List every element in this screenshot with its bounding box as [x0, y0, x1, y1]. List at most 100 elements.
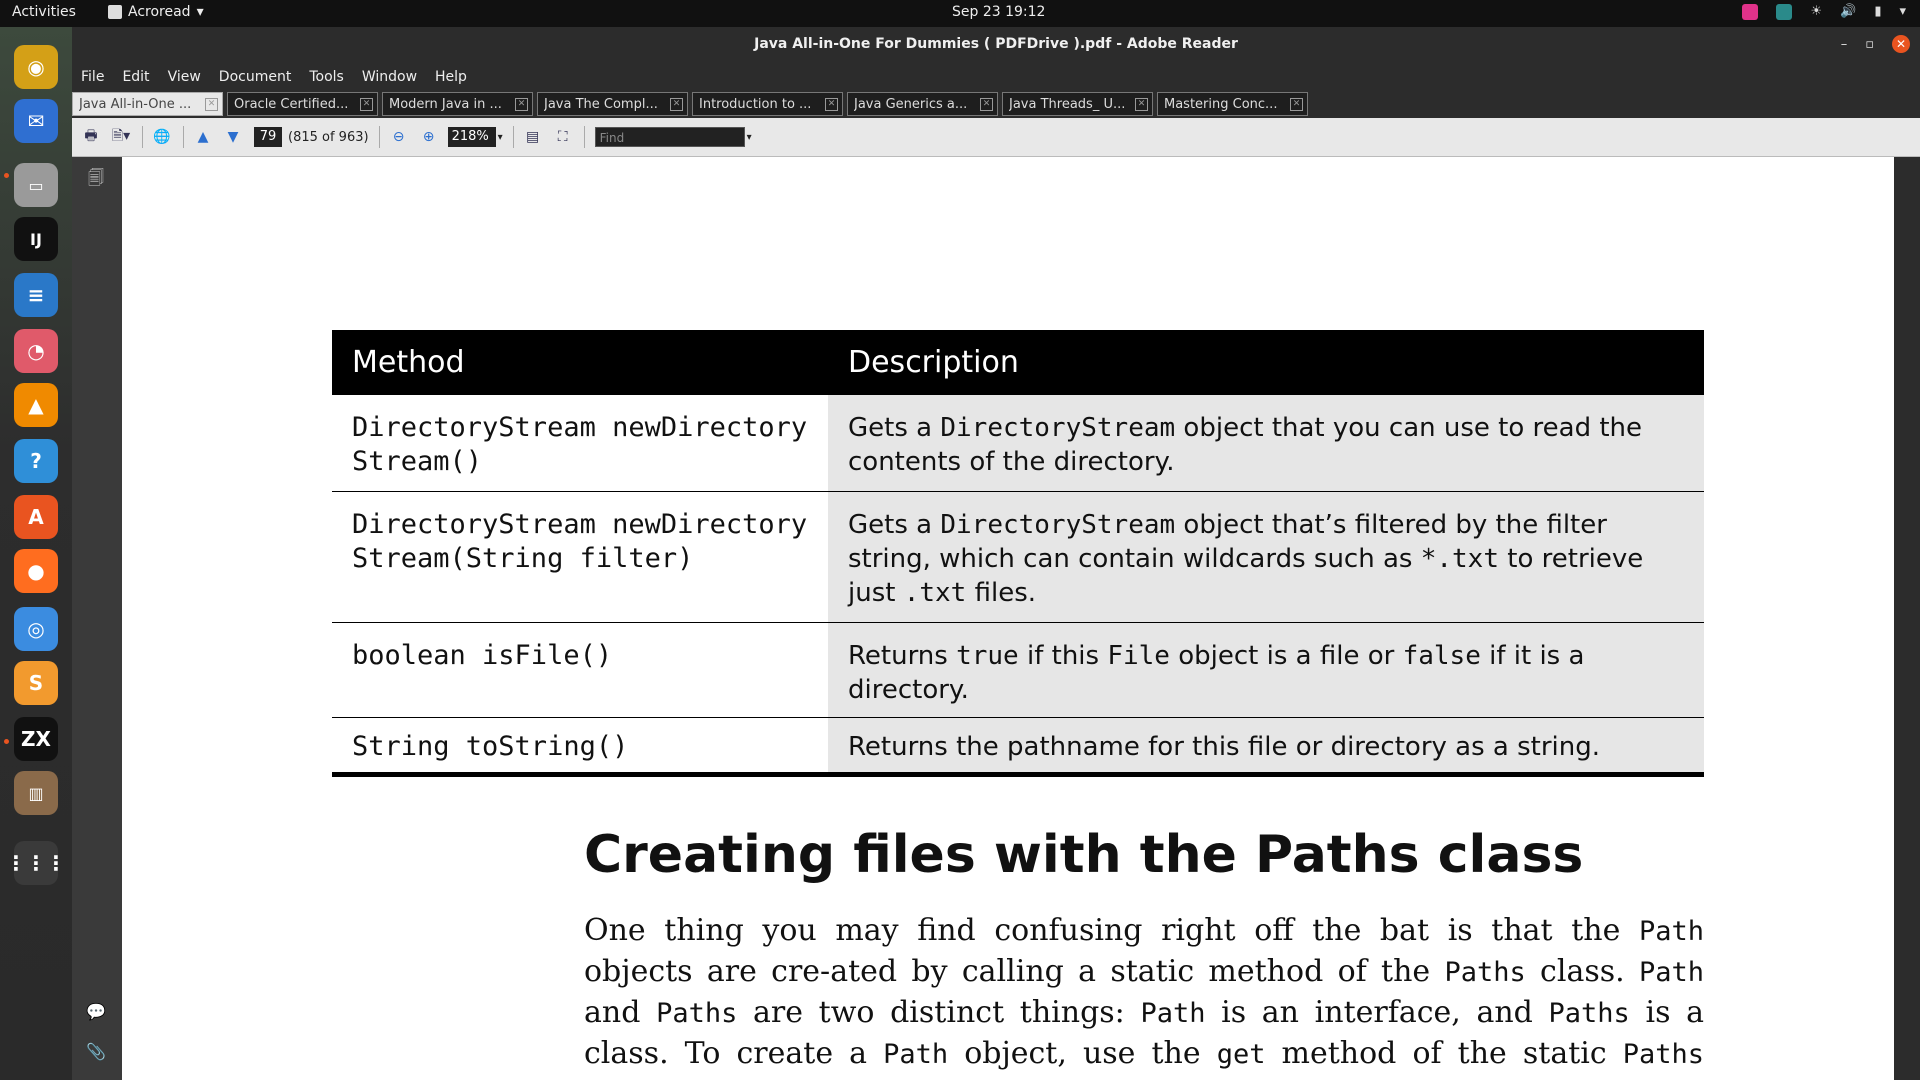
close-tab-icon[interactable]: ✕	[1290, 98, 1303, 111]
code-span: Path	[1140, 998, 1206, 1029]
menu-file[interactable]: File	[72, 69, 113, 85]
close-tab-icon[interactable]: ✕	[1135, 98, 1148, 111]
close-tab-icon[interactable]: ✕	[825, 98, 838, 111]
text-span: are two distinct things:	[737, 995, 1141, 1030]
menu-help[interactable]: Help	[426, 69, 476, 85]
window-title: Java All-in-One For Dummies ( PDFDrive )…	[754, 36, 1238, 52]
next-page-icon[interactable]: ▼	[222, 126, 244, 148]
brightness-icon[interactable]: ☀	[1810, 4, 1822, 20]
table-header-method: Method	[332, 330, 828, 395]
activities-button[interactable]: Activities	[12, 4, 76, 20]
print-icon[interactable]: 🖶	[80, 126, 102, 148]
app-menu-label: Acroread	[128, 4, 191, 20]
document-tab[interactable]: Java The Compl... ✕	[537, 92, 688, 116]
document-tab[interactable]: Oracle Certified... ✕	[227, 92, 378, 116]
collaborate-icon[interactable]: 🌐	[151, 126, 173, 148]
toolbar: 🖶 🗎▾ 🌐 ▲ ▼ 79 (815 of 963) ⊖ ⊕ 218% ▾ ▤ …	[72, 118, 1920, 157]
battery-icon[interactable]: ▮	[1874, 4, 1881, 20]
dock: ◉ ✉ ▭ IJ ≡ ◔ ▲? A ● ◎ S ZX ▥ ⋮⋮⋮	[0, 27, 73, 1080]
vertical-scrollbar[interactable]	[1894, 157, 1920, 1080]
chevron-down-icon: ▾	[196, 4, 204, 20]
text-span: Returns	[848, 641, 957, 671]
thunderbird-icon[interactable]: ✉	[14, 99, 58, 143]
book-app-icon[interactable]: ▥	[14, 771, 58, 815]
zoom-input[interactable]: 218%	[447, 127, 496, 147]
document-tab[interactable]: Mastering Conc... ✕	[1157, 92, 1308, 116]
document-tab[interactable]: Java Threads_ U... ✕	[1002, 92, 1153, 116]
code-span: Paths	[1622, 1039, 1705, 1070]
files-icon[interactable]: ▭	[14, 163, 58, 207]
writer-icon[interactable]: ≡	[14, 273, 58, 317]
disk-usage-icon[interactable]: ◔	[14, 329, 58, 373]
firefox-icon[interactable]: ●	[14, 549, 58, 593]
chevron-down-icon[interactable]: ▾	[498, 132, 503, 143]
table-row: String toString() Returns the pathname fo…	[332, 717, 1704, 777]
chevron-down-icon[interactable]: ▾	[747, 132, 752, 143]
code-span: DirectoryStream	[940, 413, 1176, 443]
clock[interactable]: Sep 23 19:12	[952, 4, 1045, 20]
text-span: object is a file or	[1169, 641, 1403, 671]
attachments-icon[interactable]: 📎	[86, 1042, 106, 1062]
volume-icon[interactable]: 🔊	[1840, 4, 1856, 20]
tab-label: Java Generics a...	[854, 97, 968, 112]
methods-table: Method Description DirectoryStream newDi…	[332, 330, 1704, 777]
tray-monitor-icon[interactable]	[1776, 4, 1793, 20]
chrome-icon[interactable]: ◎	[14, 607, 58, 651]
tab-label: Oracle Certified...	[234, 97, 349, 112]
close-tab-icon[interactable]: ✕	[670, 98, 683, 111]
show-apps-icon[interactable]: ⋮⋮⋮	[6, 841, 66, 885]
previous-page-icon[interactable]: ▲	[192, 126, 214, 148]
maximize-button[interactable]: ▫	[1865, 37, 1874, 52]
menu-window[interactable]: Window	[353, 69, 426, 85]
comments-icon[interactable]: 💬	[86, 1002, 106, 1022]
page-number-input[interactable]: 79	[254, 127, 282, 147]
document-tab[interactable]: Java All-in-One ... ✕	[72, 92, 223, 116]
close-tab-icon[interactable]: ✕	[980, 98, 993, 111]
tab-label: Mastering Conc...	[1164, 97, 1278, 112]
help-icon[interactable]: ?	[14, 439, 58, 483]
close-button[interactable]: ✕	[1892, 35, 1910, 53]
save-menu-icon[interactable]: 🗎▾	[110, 126, 132, 148]
intellij-icon[interactable]: IJ	[14, 217, 58, 261]
pdf-page-view[interactable]: Method Description DirectoryStream newDi…	[122, 157, 1920, 1080]
document-tab[interactable]: Introduction to ... ✕	[692, 92, 843, 116]
zoom-in-icon[interactable]: ⊕	[418, 126, 440, 148]
exness-icon[interactable]: ZX	[14, 717, 58, 761]
running-indicator	[4, 739, 9, 744]
rhythmbox-icon[interactable]: ◉	[14, 45, 58, 89]
vlc-icon[interactable]: ▲	[14, 383, 58, 427]
menu-view[interactable]: View	[159, 69, 210, 85]
fit-page-icon[interactable]: ▤	[522, 126, 544, 148]
chevron-down-icon[interactable]: ▾	[1899, 4, 1906, 20]
fit-width-icon[interactable]: ⛶	[552, 126, 574, 148]
tab-label: Java All-in-One ...	[79, 97, 192, 112]
running-indicator	[4, 173, 9, 178]
minimize-button[interactable]: –	[1841, 37, 1848, 52]
window-title-bar[interactable]: Java All-in-One For Dummies ( PDFDrive )…	[72, 27, 1920, 63]
navigation-panel: 🗐 💬 📎	[72, 157, 123, 1080]
table-header-description: Description	[828, 330, 1704, 395]
sublime-icon[interactable]: S	[14, 661, 58, 705]
close-tab-icon[interactable]: ✕	[360, 98, 373, 111]
zoom-out-icon[interactable]: ⊖	[388, 126, 410, 148]
close-tab-icon[interactable]: ✕	[515, 98, 528, 111]
app-menu[interactable]: Acroread ▾	[108, 4, 204, 20]
body-paragraph: One thing you may find confusing right o…	[584, 911, 1704, 1080]
close-tab-icon[interactable]: ✕	[205, 98, 218, 111]
code-span: get	[1216, 1039, 1266, 1070]
menu-document[interactable]: Document	[210, 69, 301, 85]
find-input[interactable]: Find	[594, 127, 745, 147]
code-span: Path	[1638, 916, 1704, 947]
menu-edit[interactable]: Edit	[113, 69, 158, 85]
method-cell: DirectoryStream newDirectory Stream()	[332, 394, 828, 492]
software-icon[interactable]: A	[14, 495, 58, 539]
document-tab[interactable]: Modern Java in ... ✕	[382, 92, 533, 116]
tray-app-icon[interactable]	[1742, 4, 1759, 20]
pages-panel-icon[interactable]: 🗐	[86, 167, 106, 187]
toolbar-divider	[512, 126, 514, 148]
menu-tools[interactable]: Tools	[300, 69, 353, 85]
text-span: object, use the	[948, 1036, 1217, 1071]
document-tab[interactable]: Java Generics a... ✕	[847, 92, 998, 116]
system-top-bar: Activities Acroread ▾ Sep 23 19:12 ☀ 🔊 ▮…	[0, 0, 1920, 27]
system-tray[interactable]: ☀ 🔊 ▮ ▾	[1742, 4, 1906, 20]
